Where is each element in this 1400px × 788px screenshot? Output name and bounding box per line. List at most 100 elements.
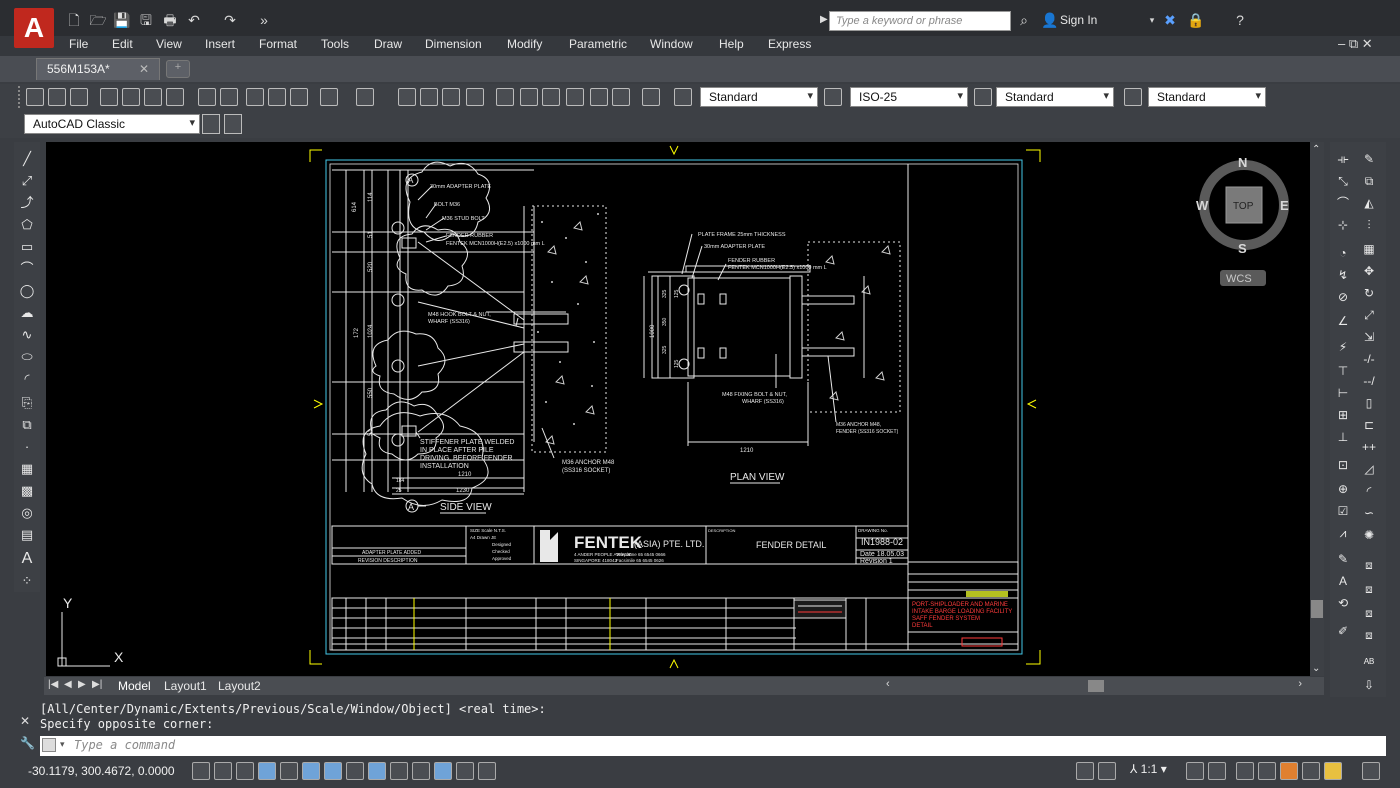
object-snap-icon[interactable] [302,762,320,780]
scroll-thumb[interactable] [1311,600,1323,618]
chamfer-icon[interactable]: ◿ [1360,460,1378,478]
document-tab[interactable]: 556M153A* ✕ [36,58,160,80]
blend-icon[interactable]: ∽ [1360,504,1378,522]
menu-window[interactable]: Window [650,37,693,51]
clean-screen-icon[interactable] [1324,762,1342,780]
command-prompt-icon[interactable] [42,738,56,752]
layer-icon[interactable]: ⧈ [1360,556,1378,574]
offset-icon[interactable]: ⫶ [1360,216,1378,234]
isolate-objects-icon[interactable] [1302,762,1320,780]
save-icon[interactable]: 💾 [112,10,132,30]
rectangle-icon[interactable]: ▭ [18,238,36,256]
circle-icon[interactable]: ◯ [18,282,36,300]
gradient-icon[interactable]: ▩ [18,482,36,500]
match-layer-icon[interactable]: ⇩ [1360,676,1378,694]
binoculars-icon[interactable]: ⌕ [1014,10,1034,30]
spline-icon[interactable]: ∿ [18,326,36,344]
menu-express[interactable]: Express [768,37,811,51]
auto-scale-icon[interactable] [1208,762,1226,780]
block-editor-icon[interactable] [290,88,308,106]
text-style-icon[interactable] [674,88,692,106]
table-icon[interactable]: ▤ [18,526,36,544]
redo-icon[interactable]: ↷ [220,10,240,30]
undo-icon[interactable]: ↶ [184,10,204,30]
undo-icon[interactable] [320,88,338,106]
erase-icon[interactable]: ✎ [1360,150,1378,168]
annotation-visibility-icon[interactable] [1186,762,1204,780]
workspace-settings-icon[interactable] [202,114,220,134]
ordinate-icon[interactable]: ⊹ [1334,216,1352,234]
menu-edit[interactable]: Edit [112,37,133,51]
menu-format[interactable]: Format [259,37,297,51]
jogged-icon[interactable]: ↯ [1334,266,1352,284]
polyline-icon[interactable]: ⤴ [18,194,36,212]
menu-view[interactable]: View [156,37,182,51]
quick-dim-icon[interactable]: ⚡ [1334,338,1352,356]
close-command-icon[interactable]: ✕ [20,714,30,728]
quick-view-layouts-icon[interactable] [1098,762,1116,780]
autodesk-360-icon[interactable]: 🔒 [1186,10,1206,30]
zoom-realtime-icon[interactable] [420,88,438,106]
window-controls[interactable]: – ⧉ ✕ [1338,36,1373,52]
angular-icon[interactable]: ∠ [1334,312,1352,330]
break-at-point-icon[interactable]: ▯ [1360,394,1378,412]
text-style-select[interactable]: Standard ▾ [700,87,818,107]
scale-icon[interactable]: ⤢ [1360,306,1378,324]
inspect-icon[interactable]: ☑ [1334,502,1352,520]
scroll-up-icon[interactable]: ⌃ [1312,144,1320,155]
menu-draw[interactable]: Draw [374,37,402,51]
table-style-icon[interactable] [974,88,992,106]
ellipse-arc-icon[interactable]: ◜ [18,370,36,388]
close-tab-icon[interactable]: ✕ [139,62,149,76]
new-tab-button[interactable]: + [166,60,190,78]
make-block-icon[interactable]: ⧉ [18,416,36,434]
aligned-dimension-icon[interactable]: ⤡ [1334,172,1352,190]
workspace-switching-icon[interactable] [1236,762,1254,780]
selection-cycling-icon[interactable] [478,762,496,780]
toolbar-grip[interactable] [18,86,22,108]
open-icon[interactable]: 🗁 [88,10,108,30]
help-icon[interactable]: ? [1230,10,1250,30]
tool-palettes-icon[interactable] [542,88,560,106]
dim-edit-icon[interactable]: ✎ [1334,550,1352,568]
pan-icon[interactable] [398,88,416,106]
help-icon[interactable] [642,88,660,106]
dim-space-icon[interactable]: ⊞ [1334,406,1352,424]
cursor-coordinates[interactable]: -30.1179, 300.4672, 0.0000 [28,764,175,778]
status-menu-icon[interactable] [1362,762,1380,780]
qnew-icon[interactable] [26,88,44,106]
tab-model[interactable]: Model [118,679,151,693]
fillet-icon[interactable]: ◜ [1360,482,1378,500]
tab-layout2[interactable]: Layout2 [218,679,261,693]
signin-dropdown-icon[interactable]: ▾ [1142,10,1162,30]
array-icon[interactable]: ▦ [1360,240,1378,258]
move-icon[interactable]: ✥ [1360,262,1378,280]
open-icon[interactable] [48,88,66,106]
plot-preview-icon[interactable] [122,88,140,106]
copy-object-icon[interactable]: ⧉ [1360,172,1378,190]
lock-ui-icon[interactable] [1258,762,1276,780]
snap-mode-icon[interactable] [214,762,232,780]
explode-icon[interactable]: ✺ [1360,526,1378,544]
construction-line-icon[interactable]: ⤢ [18,172,36,190]
layer-iso-icon[interactable]: ⧈ [1360,626,1378,644]
menu-dimension[interactable]: Dimension [425,37,482,51]
application-menu-button[interactable]: A [14,8,54,48]
object-snap-tracking-icon[interactable] [346,762,364,780]
annotation-scale[interactable]: ⅄ 1:1 ▾ [1130,762,1167,776]
rotate-icon[interactable]: ↻ [1360,284,1378,302]
paste-icon[interactable] [246,88,264,106]
menu-insert[interactable]: Insert [205,37,235,51]
mirror-icon[interactable]: ◭ [1360,194,1378,212]
menu-tools[interactable]: Tools [321,37,349,51]
break-icon[interactable]: ⊏ [1360,416,1378,434]
3d-object-snap-icon[interactable] [324,762,342,780]
lineweight-icon[interactable] [412,762,430,780]
design-center-icon[interactable] [520,88,538,106]
line-icon[interactable]: ╱ [18,150,36,168]
exchange-icon[interactable]: ✖ [1160,10,1180,30]
customize-icon[interactable] [224,114,242,134]
region-icon[interactable]: ◎ [18,504,36,522]
baseline-icon[interactable]: ⊤ [1334,362,1352,380]
calculator-icon[interactable] [612,88,630,106]
